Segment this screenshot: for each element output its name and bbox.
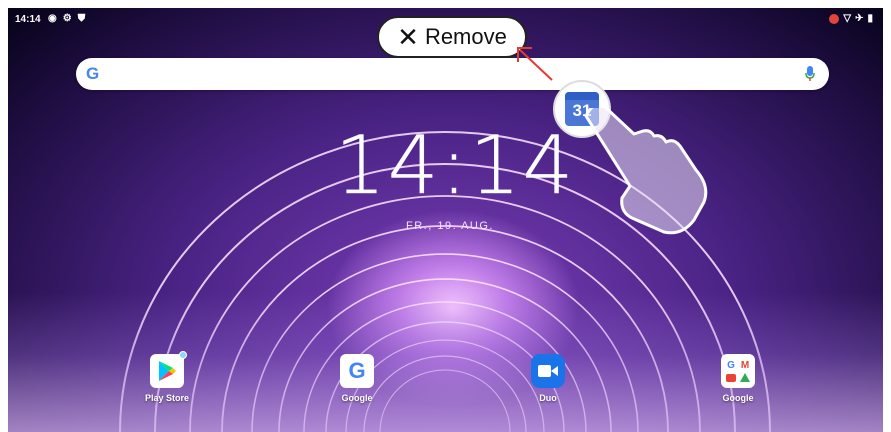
pointer-arrow-icon bbox=[517, 47, 553, 81]
status-time: 14:14 bbox=[15, 14, 41, 25]
app-label: Google bbox=[341, 393, 373, 403]
dock-app-play-store[interactable]: Play Store bbox=[127, 351, 207, 403]
clock-time[interactable]: 14:14 bbox=[330, 118, 580, 214]
status-left-icons: ◉ ⚙ ⛊ bbox=[48, 13, 85, 25]
shield-icon: ⛊ bbox=[77, 13, 86, 24]
duo-icon bbox=[531, 354, 565, 388]
google-folder-icon: G M bbox=[721, 354, 755, 388]
airplane-icon: ✈ bbox=[855, 13, 864, 24]
app-label: Play Store bbox=[144, 393, 190, 403]
mic-icon[interactable] bbox=[805, 66, 815, 82]
google-icon: G bbox=[340, 354, 374, 388]
remove-drop-target[interactable]: ✕ Remove bbox=[377, 16, 527, 58]
dock-app-google-folder[interactable]: G M Google bbox=[698, 354, 778, 403]
dock-app-duo[interactable]: Duo bbox=[508, 354, 588, 403]
status-right-icons: ▽ ✈ ▮ bbox=[829, 13, 873, 25]
battery-icon: ▮ bbox=[867, 13, 873, 24]
clock-date[interactable]: FR., 19. AUG. bbox=[380, 220, 520, 232]
location-icon: ◉ bbox=[48, 13, 57, 24]
remove-label: Remove bbox=[424, 24, 507, 49]
app-label: Duo bbox=[539, 393, 557, 403]
app-label: Google bbox=[722, 393, 754, 403]
record-icon bbox=[829, 14, 840, 24]
gear-icon: ⚙ bbox=[62, 13, 72, 24]
play-store-icon bbox=[150, 351, 187, 388]
notification-dot bbox=[179, 351, 187, 359]
wifi-icon: ▽ bbox=[843, 13, 852, 24]
search-bar[interactable]: G bbox=[76, 58, 829, 90]
dock-app-google[interactable]: G Google bbox=[317, 354, 397, 403]
google-logo-icon: G bbox=[86, 64, 100, 83]
hand-pointer-icon bbox=[584, 108, 708, 235]
close-icon: ✕ bbox=[397, 22, 419, 52]
